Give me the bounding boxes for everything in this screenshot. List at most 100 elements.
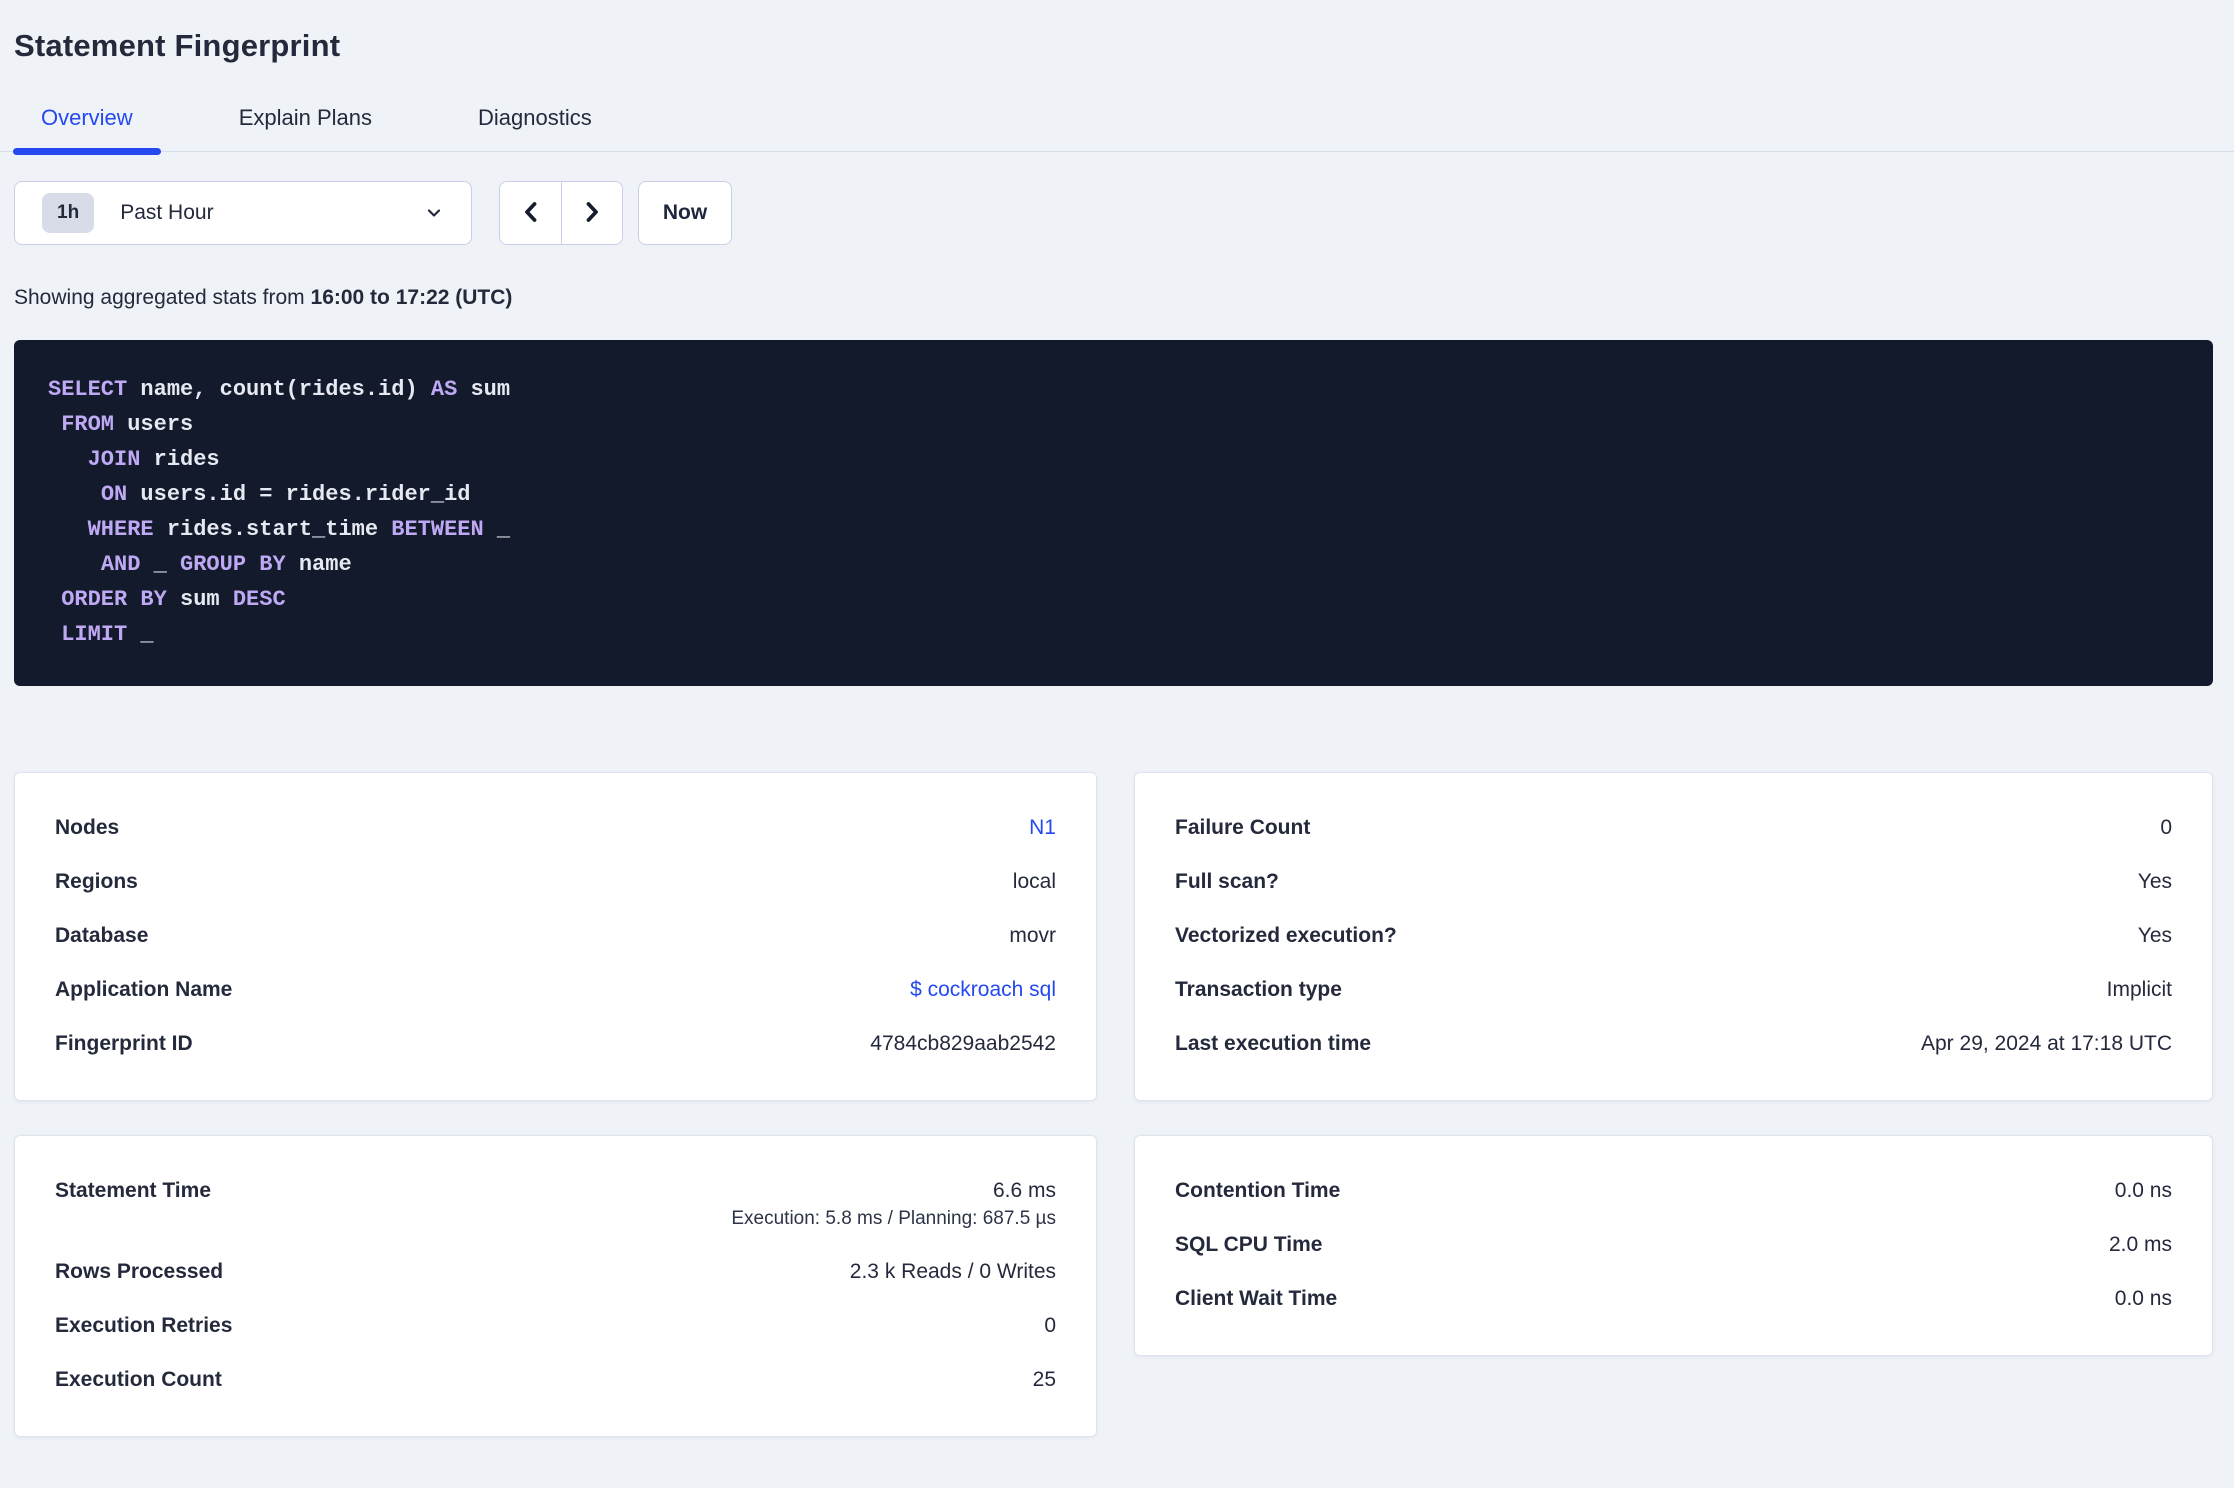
row-client-wait-time: Client Wait Time 0.0 ns xyxy=(1175,1288,2172,1309)
row-value-wrap: 0.0 ns xyxy=(2115,1288,2172,1309)
prev-range-button[interactable] xyxy=(500,182,561,244)
row-value: 25 xyxy=(1032,1368,1056,1391)
row-label: Execution Retries xyxy=(55,1314,233,1337)
row-value-wrap: 25 xyxy=(1033,1369,1056,1390)
row-value: Yes xyxy=(2137,870,2172,893)
time-controls: 1h Past Hour Now xyxy=(14,181,2234,245)
row-application-name: Application Name $ cockroach sql xyxy=(55,979,1056,1000)
card-statement-details: Nodes N1 Regions local Database movr Applicati… xyxy=(14,772,1097,1101)
sql-keyword: SELECT xyxy=(48,377,128,402)
sql-text: _ xyxy=(483,517,511,542)
row-value: Implicit xyxy=(2106,978,2172,1001)
row-sql-cpu-time: SQL CPU Time 2.0 ms xyxy=(1175,1234,2172,1255)
tab-bar: Overview Explain Plans Diagnostics xyxy=(0,107,2234,155)
row-value-link[interactable]: N1 xyxy=(1029,817,1056,838)
aggregated-stats-line: Showing aggregated stats from 16:00 to 1… xyxy=(14,287,2234,308)
summary-cards: Nodes N1 Regions local Database movr Applicati… xyxy=(14,772,2234,1437)
row-label: Rows Processed xyxy=(55,1260,224,1283)
sql-line: WHERE rides.start_time BETWEEN _ xyxy=(48,512,2179,547)
stats-time-range: 16:00 to 17:22 (UTC) xyxy=(310,286,513,309)
tab-diagnostics[interactable]: Diagnostics xyxy=(450,107,620,151)
time-range-label: Past Hour xyxy=(120,201,214,224)
row-value-wrap: Implicit xyxy=(2107,979,2172,1000)
row-database: Database movr xyxy=(55,925,1056,946)
sql-keyword: AND xyxy=(100,552,141,577)
row-label: Database xyxy=(55,924,149,947)
card-wait-times: Contention Time 0.0 ns SQL CPU Time 2.0 ms C… xyxy=(1134,1135,2213,1356)
row-rows-processed: Rows Processed 2.3 k Reads / 0 Writes xyxy=(55,1261,1056,1282)
sql-text: users.id = rides.rider_id xyxy=(127,482,471,507)
row-statement-time: Statement Time 6.6 ms Execution: 5.8 ms / … xyxy=(55,1180,1056,1228)
sql-text: name xyxy=(285,552,352,577)
row-label: Fingerprint ID xyxy=(55,1032,193,1055)
row-value-wrap: Yes xyxy=(2138,871,2172,892)
next-range-button[interactable] xyxy=(561,182,622,244)
row-value-wrap: movr xyxy=(1009,925,1056,946)
chevron-down-icon xyxy=(423,202,445,224)
sql-keyword: ON xyxy=(100,482,128,507)
sql-keyword: FROM xyxy=(61,412,115,437)
row-value: Yes xyxy=(2137,924,2172,947)
tab-overview[interactable]: Overview xyxy=(13,107,161,155)
sql-text: sum xyxy=(457,377,511,402)
row-label: Statement Time xyxy=(55,1179,211,1202)
row-value: 4784cb829aab2542 xyxy=(870,1032,1056,1055)
sql-text: rides xyxy=(140,447,220,472)
row-execution-count: Execution Count 25 xyxy=(55,1369,1056,1390)
row-label: Client Wait Time xyxy=(1175,1287,1338,1310)
row-value: 2.3 k Reads / 0 Writes xyxy=(849,1260,1056,1283)
row-label: Regions xyxy=(55,870,138,893)
row-value: 6.6 ms xyxy=(992,1179,1056,1202)
sql-text: _ xyxy=(127,622,154,647)
row-value-wrap: local xyxy=(1013,871,1056,892)
row-value: 0.0 ns xyxy=(2114,1179,2172,1202)
row-subvalue: Execution: 5.8 ms / Planning: 687.5 µs xyxy=(731,1208,1056,1229)
sql-keyword: DESC xyxy=(232,587,286,612)
row-label: SQL CPU Time xyxy=(1175,1233,1323,1256)
sql-keyword: BETWEEN xyxy=(391,517,484,542)
sql-statement-box: SELECT name, count(rides.id) AS sum FROM… xyxy=(14,340,2213,686)
row-value: 0.0 ns xyxy=(2114,1287,2172,1310)
row-value-wrap: $ cockroach sql xyxy=(910,979,1056,1000)
row-last-execution-time: Last execution time Apr 29, 2024 at 17:18… xyxy=(1175,1033,2172,1054)
sql-line: JOIN rides xyxy=(48,442,2179,477)
row-label: Contention Time xyxy=(1175,1179,1341,1202)
sql-keyword: AS xyxy=(430,377,458,402)
row-value-wrap: Apr 29, 2024 at 17:18 UTC xyxy=(1921,1033,2172,1054)
sql-text: rides.start_time xyxy=(153,517,392,542)
row-value: 0 xyxy=(2160,816,2172,839)
row-label: Full scan? xyxy=(1175,870,1279,893)
row-regions: Regions local xyxy=(55,871,1056,892)
row-value-link[interactable]: $ cockroach sql xyxy=(910,979,1056,1000)
sql-line: ON users.id = rides.rider_id xyxy=(48,477,2179,512)
row-value: 0 xyxy=(1044,1314,1056,1337)
tab-explain-plans[interactable]: Explain Plans xyxy=(211,107,400,151)
row-label: Last execution time xyxy=(1175,1032,1372,1055)
sql-keyword: ORDER BY xyxy=(61,587,167,612)
row-value-wrap: 2.3 k Reads / 0 Writes xyxy=(850,1261,1056,1282)
sql-keyword: WHERE xyxy=(87,517,154,542)
row-failure-count: Failure Count 0 xyxy=(1175,817,2172,838)
sql-line: SELECT name, count(rides.id) AS sum xyxy=(48,372,2179,407)
row-value-wrap: 6.6 ms Execution: 5.8 ms / Planning: 687.… xyxy=(731,1180,1056,1228)
row-label: Execution Count xyxy=(55,1368,222,1391)
now-button[interactable]: Now xyxy=(638,181,732,245)
row-execution-retries: Execution Retries 0 xyxy=(55,1315,1056,1336)
time-range-dropdown[interactable]: 1h Past Hour xyxy=(14,181,472,245)
row-full-scan: Full scan? Yes xyxy=(1175,871,2172,892)
card-execution-attributes: Failure Count 0 Full scan? Yes Vectorized ex… xyxy=(1134,772,2213,1101)
time-range-badge: 1h xyxy=(42,193,95,233)
sql-keyword: LIMIT xyxy=(61,622,128,647)
row-value-wrap: 0.0 ns xyxy=(2115,1180,2172,1201)
row-value-wrap: 0 xyxy=(1044,1315,1056,1336)
sql-text: _ xyxy=(140,552,181,577)
row-value-wrap: 0 xyxy=(2160,817,2172,838)
row-label: Application Name xyxy=(55,978,233,1001)
row-label: Nodes xyxy=(55,816,120,839)
